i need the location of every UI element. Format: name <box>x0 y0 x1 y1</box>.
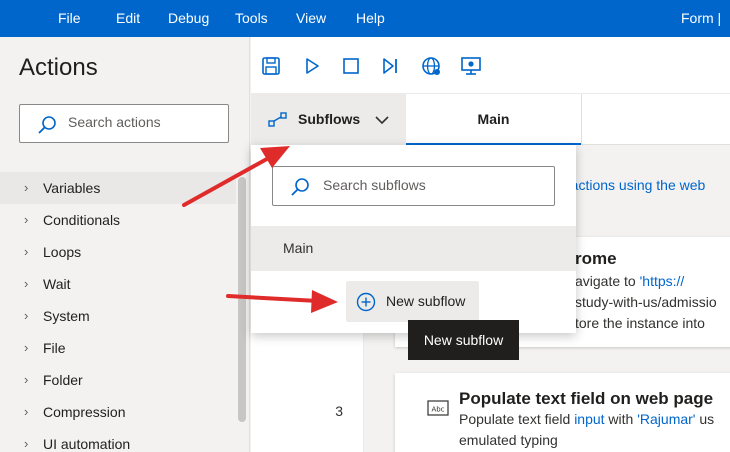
subflow-tab-bar: Subflows Main <box>251 94 730 145</box>
tab-main[interactable]: Main <box>406 94 581 145</box>
category-ui-automation[interactable]: › UI automation <box>0 428 236 452</box>
action-description: emulated typing <box>459 432 558 448</box>
category-label: File <box>43 340 66 356</box>
next-action-icon[interactable] <box>379 55 401 77</box>
subflow-icon <box>268 112 287 127</box>
category-label: Folder <box>43 372 83 388</box>
subflows-dropdown-panel: Main New subflow <box>251 145 576 333</box>
action-description: tore the instance into <box>575 315 705 331</box>
category-loops[interactable]: › Loops <box>0 236 236 268</box>
chevron-right-icon: › <box>24 372 29 387</box>
subflows-label: Subflows <box>298 111 361 127</box>
menu-tools[interactable]: Tools <box>235 10 268 26</box>
new-subflow-button[interactable]: New subflow <box>346 281 479 322</box>
category-label: UI automation <box>43 436 131 452</box>
chevron-right-icon: › <box>24 404 29 419</box>
subflows-dropdown-button[interactable]: Subflows <box>251 94 406 145</box>
subflow-item-label: Main <box>283 240 314 256</box>
search-actions-box[interactable] <box>19 104 229 143</box>
action-title: Populate text field on web page <box>459 389 714 408</box>
category-compression[interactable]: › Compression <box>0 396 236 428</box>
tab-divider <box>581 94 582 145</box>
category-label: Compression <box>43 404 126 420</box>
subflow-item-main[interactable]: Main <box>251 226 576 271</box>
menu-view[interactable]: View <box>296 10 326 26</box>
chevron-right-icon: › <box>24 244 29 259</box>
chevron-right-icon: › <box>24 276 29 291</box>
chevron-right-icon: › <box>24 340 29 355</box>
chevron-right-icon: › <box>24 180 29 195</box>
category-file[interactable]: › File <box>0 332 236 364</box>
category-label: Wait <box>43 276 71 292</box>
category-conditionals[interactable]: › Conditionals <box>0 204 236 236</box>
canvas-hint-link[interactable]: d actions using the web <box>559 177 705 193</box>
line-number: 3 <box>335 403 343 419</box>
chevron-right-icon: › <box>24 436 29 451</box>
stop-icon[interactable] <box>340 55 362 77</box>
search-icon <box>291 178 309 196</box>
category-system[interactable]: › System <box>0 300 236 332</box>
desktop-recorder-icon[interactable] <box>460 55 482 77</box>
actions-pane: Actions › Variables › Conditionals › Loo… <box>0 37 250 452</box>
tab-main-label: Main <box>477 111 510 127</box>
save-icon[interactable] <box>260 55 282 77</box>
menu-bar: File Edit Debug Tools View Help Form | <box>0 0 730 37</box>
web-recorder-icon[interactable] <box>420 55 442 77</box>
tooltip: New subflow <box>408 320 519 360</box>
run-icon[interactable] <box>301 55 323 77</box>
action-link[interactable]: study-with-us/admissio <box>575 294 717 310</box>
menu-debug[interactable]: Debug <box>168 10 209 26</box>
svg-text:Abc: Abc <box>431 406 444 414</box>
new-subflow-label: New subflow <box>386 293 466 309</box>
menu-edit[interactable]: Edit <box>116 10 140 26</box>
category-label: Variables <box>43 180 101 196</box>
chevron-right-icon: › <box>24 212 29 227</box>
chevron-right-icon: › <box>24 308 29 323</box>
text-field-icon: Abc <box>427 400 449 416</box>
action-description: Populate text field input with 'Rajumar'… <box>459 411 715 427</box>
search-icon <box>38 116 56 134</box>
tooltip-text: New subflow <box>423 332 504 348</box>
search-actions-input[interactable] <box>68 114 218 130</box>
chevron-down-icon <box>375 116 389 125</box>
menu-file[interactable]: File <box>58 10 81 26</box>
category-label: Conditionals <box>43 212 121 228</box>
search-subflows-box[interactable] <box>272 166 555 206</box>
actions-scrollbar[interactable] <box>238 177 246 422</box>
menu-help[interactable]: Help <box>356 10 385 26</box>
action-description: avigate to 'https:// <box>575 273 685 289</box>
category-variables[interactable]: › Variables <box>0 172 236 204</box>
category-label: System <box>43 308 90 324</box>
category-label: Loops <box>43 244 82 260</box>
search-subflows-input[interactable] <box>323 177 543 193</box>
action-card-populate-text-field[interactable]: Abc Populate text field on web page Popu… <box>395 373 730 452</box>
window-title: Form | <box>681 10 722 26</box>
add-circle-icon <box>356 292 376 312</box>
designer-toolbar <box>251 37 730 94</box>
category-wait[interactable]: › Wait <box>0 268 236 300</box>
actions-title: Actions <box>19 54 98 81</box>
category-folder[interactable]: › Folder <box>0 364 236 396</box>
action-title: rome <box>575 249 617 268</box>
